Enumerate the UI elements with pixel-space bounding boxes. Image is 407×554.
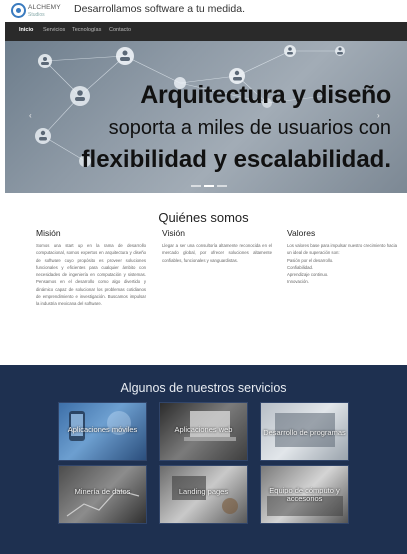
logo-icon — [11, 3, 26, 18]
service-tile-hardware[interactable]: Equipo de cómputo y accesorios — [260, 465, 349, 524]
carousel-indicator-active[interactable] — [204, 185, 214, 187]
nav-item-contacto[interactable]: Contacto — [109, 27, 131, 33]
site-header: ALCHEMY Studios Desarrollamos software a… — [0, 0, 407, 22]
service-label: Aplicaciones web — [174, 425, 233, 434]
service-tile-mobile-apps[interactable]: Aplicaciones móviles — [58, 402, 147, 461]
services-title: Algunos de nuestros servicios — [120, 381, 287, 395]
service-tile-landing-pages[interactable]: Landing pages — [159, 465, 248, 524]
nav-item-tecnologias[interactable]: Tecnologías — [72, 27, 101, 33]
service-label: Equipo de cómputo y accesorios — [269, 486, 340, 503]
carousel-indicators — [191, 185, 231, 188]
nav-item-inicio[interactable]: Inicio — [19, 27, 33, 33]
header-tagline: Desarrollamos software a tu medida. — [74, 3, 245, 15]
main-nav: Inicio Servicios Tecnologías Contacto — [5, 22, 407, 41]
about-title: Quiénes somos — [158, 210, 249, 225]
hero-headline-line3: flexibilidad y escalabilidad. — [81, 146, 391, 173]
valores-heading: Valores — [287, 228, 316, 238]
vision-column: Visión Llegar a ser una consultoría alta… — [162, 228, 272, 264]
carousel-indicator[interactable] — [191, 185, 201, 187]
hero-carousel: ‹ › Arquitectura y diseño soporta a mile… — [5, 41, 407, 193]
vision-heading: Visión — [162, 228, 185, 238]
nav-item-servicios[interactable]: Servicios — [43, 27, 65, 33]
service-tile-web-apps[interactable]: Aplicaciones web — [159, 402, 248, 461]
valores-intro: Los valores base para impulsar nuestro c… — [287, 243, 397, 256]
valores-item: Confiabilidad. — [287, 264, 314, 270]
hero-headline-line2: soporta a miles de usuarios con — [108, 117, 391, 139]
hero-headline-line1: Arquitectura y diseño — [140, 81, 391, 109]
chevron-left-icon[interactable]: ‹ — [29, 111, 32, 120]
vision-text: Llegar a ser una consultoría altamente r… — [162, 243, 272, 263]
services-section: Algunos de nuestros servicios Aplicacion… — [0, 365, 407, 554]
service-label: Desarrollo de programas — [263, 428, 346, 437]
logo-name: ALCHEMY — [28, 4, 61, 11]
mision-column: Misión Somos una start up en la rama de … — [36, 228, 146, 308]
service-tile-software-dev[interactable]: Desarrollo de programas — [260, 402, 349, 461]
logo[interactable]: ALCHEMY Studios — [11, 3, 63, 20]
service-label: Landing pages — [178, 487, 229, 496]
mision-heading: Misión — [36, 228, 61, 238]
valores-item: Aprendizaje continuo. — [287, 272, 329, 278]
service-tile-data-mining[interactable]: Minería de datos — [58, 465, 147, 524]
valores-item: Innovación. — [287, 279, 309, 285]
carousel-indicator[interactable] — [217, 185, 227, 187]
service-label: Minería de datos — [74, 487, 131, 496]
logo-subtitle: Studios — [28, 12, 45, 18]
valores-item: Pasión por el desarrollo. — [287, 257, 334, 263]
valores-column: Valores Los valores base para impulsar n… — [287, 228, 397, 286]
service-label: Aplicaciones móviles — [67, 425, 138, 434]
mision-text: Somos una start up en la rama de desarro… — [36, 243, 146, 307]
